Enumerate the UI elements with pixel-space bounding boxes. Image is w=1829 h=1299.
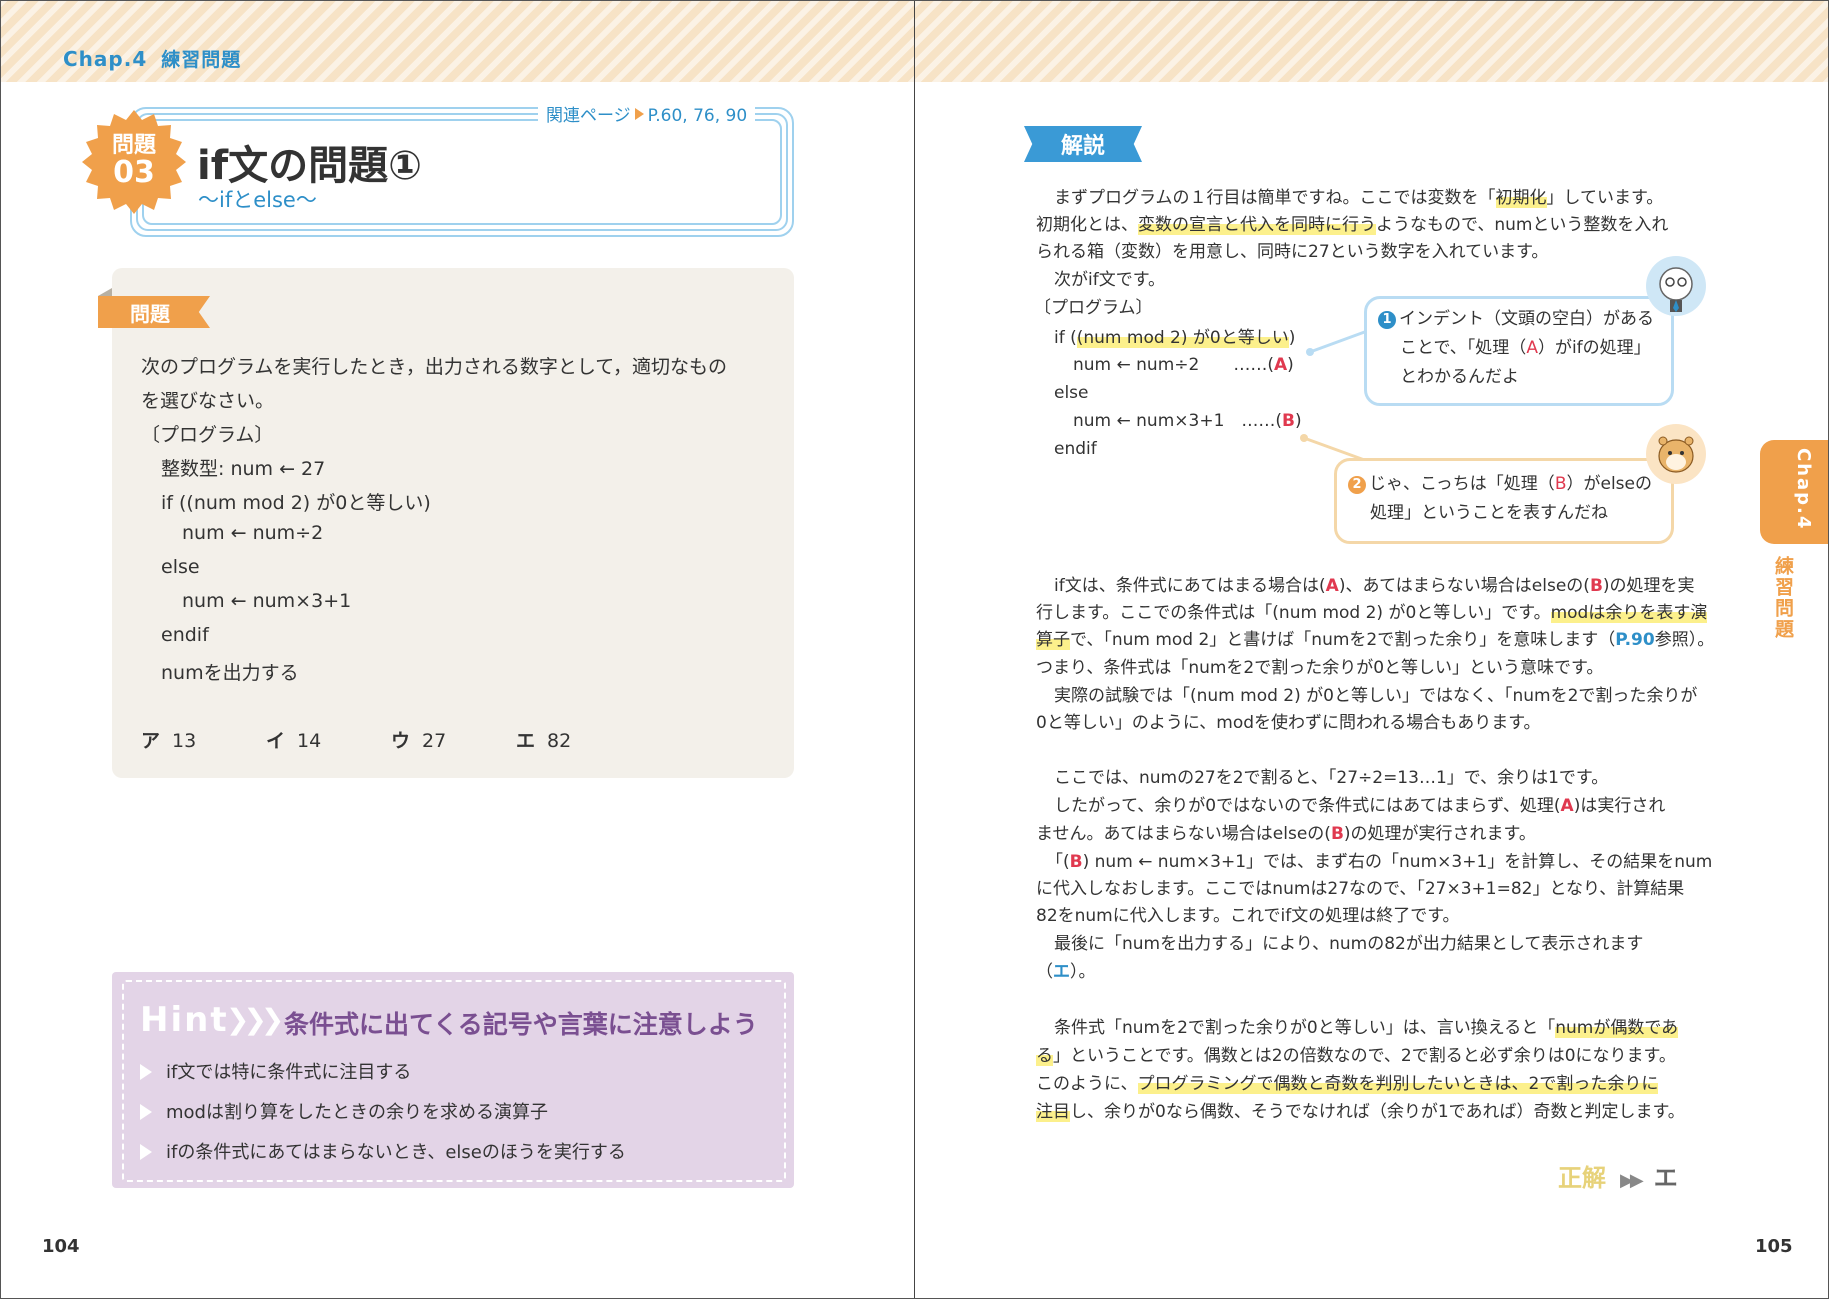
bubble-line: 処理」ということを表すんだね — [1370, 503, 1608, 523]
side-tab-chapter: Chap.4 — [1793, 448, 1814, 531]
program-label: 〔プログラム〕 — [1034, 298, 1153, 318]
body-line: ません。あてはまらない場合はelseの(B)の処理が実行されます。 — [1036, 824, 1536, 844]
chapter-label: Chap.4 — [63, 47, 148, 71]
hamster-avatar-icon — [1646, 424, 1706, 484]
code-line: else — [161, 556, 200, 578]
problem-badge: 問題 03 — [80, 134, 188, 189]
code-line: num ← num×3+1 — [182, 590, 352, 612]
side-tab-label: 練習問題 — [1772, 556, 1794, 640]
chapter-title: 練習問題 — [161, 49, 242, 71]
choice-key: ア — [141, 730, 161, 752]
body-line: 「(B) num ← num×3+1」では、まず右の「num×3+1」を計算し、… — [1046, 852, 1713, 872]
choice-value: 13 — [172, 730, 197, 752]
answer-label: 正解 — [1558, 1164, 1606, 1192]
body-line: したがって、余りが0ではないので条件式にはあてはまらず、処理(A)は実行され — [1054, 796, 1666, 816]
triangle-bullet-icon — [140, 1104, 152, 1120]
chevrons-icon: ❯❯❯ — [226, 1003, 284, 1036]
problem-text-line: を選びなさい。 — [141, 390, 275, 412]
choice-value: 14 — [297, 730, 322, 752]
choice-key: イ — [266, 730, 286, 752]
hint-item-text: if文では特に条件式に注目する — [166, 1062, 412, 1083]
badge-label: 問題 — [111, 133, 156, 158]
code-line: num ← num÷2 — [182, 522, 324, 544]
body-line: に代入しなおします。ここではnumは27なので、「27×3+1=82」となり、計… — [1036, 879, 1685, 899]
code-line: if ((num mod 2) が0と等しい) — [161, 492, 431, 514]
body-line: ここでは、numの27を2で割ると、「27÷2=13…1」で、余りは1です。 — [1054, 768, 1609, 788]
body-line: 実際の試験では「(num mod 2) が0と等しい」ではなく、「numを2で割… — [1054, 686, 1698, 706]
number-2-icon: 2 — [1348, 476, 1366, 494]
teacher-avatar-icon — [1646, 256, 1706, 316]
answer-value: エ — [1653, 1164, 1678, 1192]
answer: 正解 ▶▶ エ — [1558, 1158, 1678, 1193]
body-line: 注目し、余りが0なら偶数、そうでなければ（余りが1であれば）奇数と判定します。 — [1036, 1102, 1685, 1122]
related-page-list: P.60, 76, 90 — [647, 106, 748, 126]
problem-title: if文の問題① — [197, 143, 422, 189]
triangle-bullet-icon — [140, 1144, 152, 1160]
speech-bubble-2 — [1334, 458, 1674, 544]
body-line: まずプログラムの１行目は簡単ですね。ここでは変数を「初期化」しています。 — [1054, 188, 1664, 208]
body-line: 算子で、「num mod 2」と書けば「numを2で割った余り」を意味します（P… — [1036, 630, 1715, 650]
body-line: つまり、条件式は「numを2で割った余りが0と等しい」という意味です。 — [1036, 658, 1604, 678]
code-line: 整数型: num ← 27 — [161, 458, 326, 480]
code-line: if ((num mod 2) が0と等しい) — [1054, 328, 1296, 348]
badge-number: 03 — [113, 155, 155, 191]
explanation-label: 解説 — [1060, 134, 1105, 159]
hint-item-text: ifの条件式にあてはまらないとき、elseのほうを実行する — [166, 1142, 626, 1163]
body-line: 条件式「numを2で割った余りが0と等しい」は、言い換えると「numが偶数であ — [1054, 1018, 1679, 1038]
body-line: 0と等しい」のように、modを使わずに問われる場合もあります。 — [1036, 713, 1541, 733]
triangle-bullet-icon — [140, 1064, 152, 1080]
hint-item: ifの条件式にあてはまらないとき、elseのほうを実行する — [140, 1138, 626, 1164]
body-line: 最後に「numを出力する」により、numの82が出力結果として表示されます — [1054, 934, 1644, 954]
body-line: る」ということです。偶数とは2の倍数なので、2で割ると必ず余りは0になります。 — [1036, 1046, 1676, 1066]
ribbon-fold — [98, 288, 112, 296]
problem-text-line: 次のプログラムを実行したとき，出力される数字として，適切なもの — [141, 356, 727, 378]
related-pages: 関連ページ P.60, 76, 90 — [538, 101, 756, 126]
body-line: 行します。ここでの条件式は「(num mod 2) が0と等しい」です。modは… — [1036, 603, 1708, 623]
hint-title: Hint — [140, 1000, 229, 1040]
bubble-line: 2 じゃ、こっちは「処理（B）がelseの — [1348, 476, 1652, 494]
problem-ribbon-label: 問題 — [130, 302, 170, 326]
body-line: if文は、条件式にあてはまる場合は(A)、あてはまらない場合はelseの(B)の… — [1054, 576, 1695, 596]
choice-value: 82 — [547, 730, 572, 752]
program-label: 〔プログラム〕 — [141, 424, 274, 446]
body-line: られる箱（変数）を用意し、同時に27という数字を入れています。 — [1036, 242, 1549, 262]
bubble-line: ことで、「処理（A）がifの処理」 — [1400, 338, 1651, 358]
choice-i[interactable]: イ 14 — [266, 726, 321, 753]
code-line: endif — [1054, 439, 1097, 459]
body-line: （エ）。 — [1036, 962, 1096, 982]
code-line: numを出力する — [161, 662, 299, 684]
choice-a[interactable]: ア 13 — [141, 726, 196, 753]
choice-key: ウ — [391, 730, 411, 752]
choice-key: エ — [516, 730, 536, 752]
bubble-line: 1 インデント（文頭の空白）がある — [1378, 311, 1654, 329]
page-number-left: 104 — [42, 1236, 80, 1257]
hint-item: modは割り算をしたときの余りを求める演算子 — [140, 1098, 548, 1124]
body-line: このように、プログラミングで偶数と奇数を判別したいときは、2で割った余りに — [1036, 1074, 1659, 1094]
hint-item-text: modは割り算をしたときの余りを求める演算子 — [166, 1102, 548, 1123]
body-line: 初期化とは、変数の宣言と代入を同時に行うようなもので、numという整数を入れ — [1036, 215, 1669, 235]
code-line: num ← num×3+1 ……(B) — [1073, 411, 1302, 431]
double-arrow-icon: ▶▶ — [1620, 1170, 1644, 1191]
related-label: 関連ページ — [546, 106, 631, 126]
triangle-icon — [634, 108, 644, 120]
bubble-line: とわかるんだよ — [1400, 367, 1519, 387]
choice-value: 27 — [422, 730, 447, 752]
code-line: endif — [161, 624, 209, 646]
hint-heading: 条件式に出てくる記号や言葉に注意しよう — [284, 1010, 758, 1039]
choice-u[interactable]: ウ 27 — [391, 726, 446, 753]
header-band-right — [915, 0, 1829, 82]
problem-subtitle: 〜ifとelse〜 — [198, 188, 317, 212]
code-line: num ← num÷2 ……(A) — [1073, 355, 1294, 375]
page-gutter — [914, 0, 915, 1299]
hint-item: if文では特に条件式に注目する — [140, 1058, 411, 1084]
number-1-icon: 1 — [1378, 311, 1396, 329]
chapter-heading: Chap.4 練習問題 — [63, 45, 241, 72]
body-line: 82をnumに代入します。これでif文の処理は終了です。 — [1036, 906, 1460, 926]
choice-e[interactable]: エ 82 — [516, 726, 571, 753]
page-number-right: 105 — [1755, 1236, 1793, 1257]
code-line: else — [1054, 383, 1089, 403]
body-line: 次がif文です。 — [1054, 270, 1166, 290]
